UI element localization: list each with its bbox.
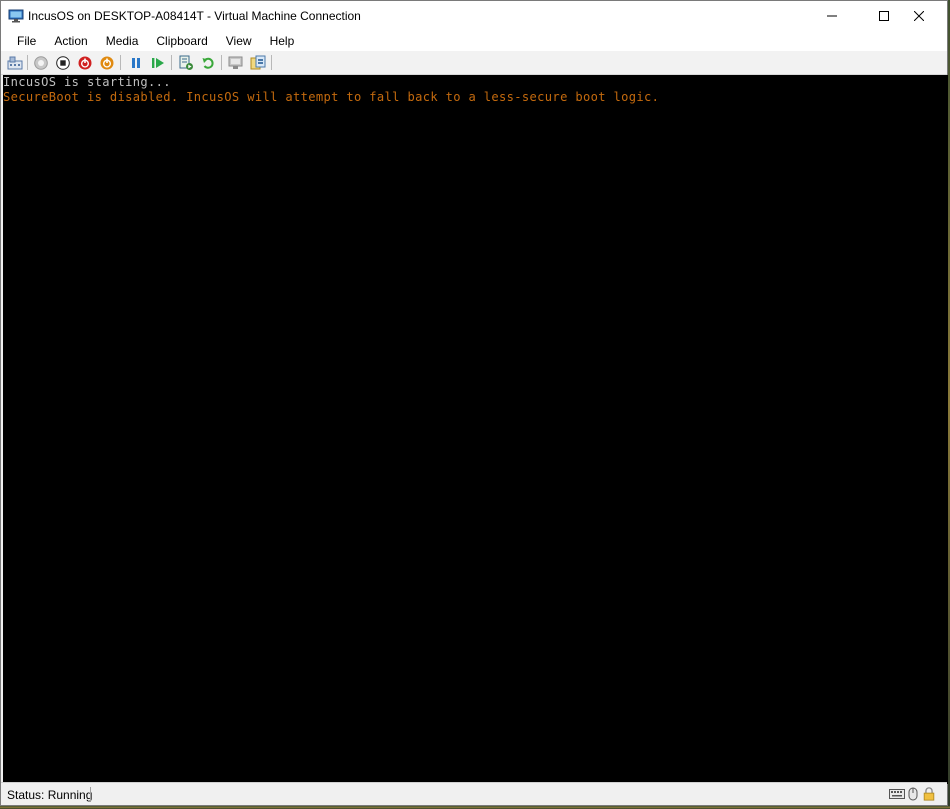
menu-media[interactable]: Media — [97, 31, 148, 51]
maximize-icon — [879, 11, 889, 21]
vm-console-screen[interactable]: IncusOS is starting... SecureBoot is dis… — [3, 75, 948, 784]
status-text: Status: Running — [7, 788, 93, 802]
close-button[interactable] — [896, 1, 942, 31]
toolbar-separator — [171, 55, 172, 70]
minimize-button[interactable] — [809, 1, 855, 31]
menu-file[interactable]: File — [8, 31, 45, 51]
start-icon — [34, 56, 48, 70]
enhanced-session-button[interactable] — [227, 54, 245, 72]
revert-icon — [202, 57, 214, 69]
toolbar-separator — [221, 55, 222, 70]
keyboard-icon — [889, 789, 905, 799]
menu-help[interactable]: Help — [261, 31, 304, 51]
title-bar[interactable]: IncusOS on DESKTOP-A08414T - Virtual Mac… — [1, 1, 947, 31]
shut-down-icon — [78, 56, 92, 70]
turn-off-button[interactable] — [54, 54, 72, 72]
resume-icon — [152, 58, 164, 68]
toolbar-separator — [271, 55, 272, 70]
menu-view[interactable]: View — [217, 31, 261, 51]
pause-icon — [132, 58, 140, 68]
enhanced-session-icon — [228, 56, 243, 69]
pause-button[interactable] — [127, 54, 145, 72]
lock-icon — [923, 787, 935, 801]
save-icon — [100, 56, 114, 70]
toolbar — [1, 51, 947, 75]
start-button[interactable] — [32, 54, 50, 72]
shut-down-button[interactable] — [76, 54, 94, 72]
menu-bar: File Action Media Clipboard View Help — [1, 31, 947, 51]
mouse-icon — [908, 787, 918, 801]
menu-action[interactable]: Action — [45, 31, 96, 51]
close-icon — [914, 11, 924, 21]
vm-connection-app-icon — [8, 9, 24, 23]
menu-clipboard[interactable]: Clipboard — [147, 31, 216, 51]
console-line-starting: IncusOS is starting... — [3, 75, 171, 89]
share-icon — [250, 55, 266, 70]
save-button[interactable] — [98, 54, 116, 72]
vm-connection-window: IncusOS on DESKTOP-A08414T - Virtual Mac… — [0, 0, 948, 806]
status-bar: Status: Running — [1, 782, 947, 805]
toolbar-separator — [120, 55, 121, 70]
status-separator — [90, 787, 91, 802]
console-line-secureboot-warning: SecureBoot is disabled. IncusOS will att… — [3, 90, 660, 104]
checkpoint-icon — [179, 55, 193, 70]
minimize-icon — [827, 15, 837, 17]
checkpoint-button[interactable] — [177, 54, 195, 72]
turn-off-icon — [56, 56, 70, 70]
ctrl-alt-del-icon — [7, 56, 23, 70]
ctrl-alt-del-button[interactable] — [6, 54, 24, 72]
revert-button[interactable] — [199, 54, 217, 72]
window-title: IncusOS on DESKTOP-A08414T - Virtual Mac… — [28, 9, 361, 23]
resume-button[interactable] — [149, 54, 167, 72]
share-button[interactable] — [249, 54, 267, 72]
toolbar-separator — [27, 55, 28, 70]
